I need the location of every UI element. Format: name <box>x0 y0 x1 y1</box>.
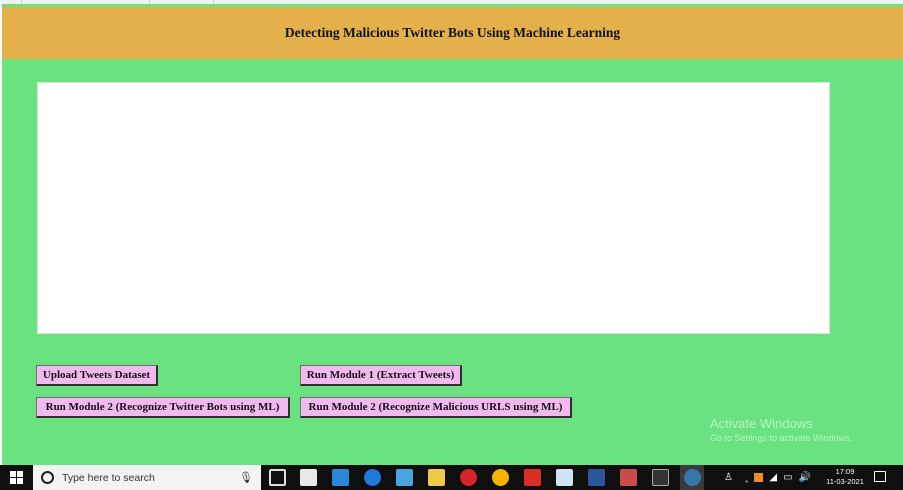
taskbar-search-box[interactable]: Type here to search 🎙 <box>33 465 261 490</box>
notepad-icon[interactable] <box>556 469 573 486</box>
clock-time: 17:09 <box>835 467 855 476</box>
notifications-icon[interactable] <box>874 471 886 482</box>
header-bar: Detecting Malicious Twitter Bots Using M… <box>2 7 903 59</box>
network-icon[interactable]: ◢ <box>769 472 777 483</box>
people-icon[interactable]: ♙ <box>724 472 733 483</box>
chevron-up-icon[interactable]: ‸ <box>745 472 748 483</box>
taskbar-clock[interactable]: 17:09 11-03-2021 <box>824 467 866 487</box>
run-module-2-urls-button[interactable]: Run Module 2 (Recognize Malicious URLS u… <box>300 397 572 418</box>
windows-logo-icon <box>10 471 23 484</box>
file-explorer-icon[interactable] <box>428 469 445 486</box>
opera-icon[interactable] <box>460 469 477 486</box>
python-icon[interactable] <box>684 469 701 486</box>
output-text-area[interactable] <box>37 82 830 334</box>
store-icon[interactable] <box>300 469 317 486</box>
battery-icon[interactable]: ▭ <box>783 472 792 483</box>
microphone-icon[interactable]: 🎙 <box>239 471 253 484</box>
task-view-icon[interactable] <box>269 469 286 486</box>
upload-dataset-button[interactable]: Upload Tweets Dataset <box>36 365 158 386</box>
chrome-icon[interactable] <box>492 469 509 486</box>
volume-icon[interactable]: 🔊 <box>799 472 811 483</box>
paint-icon[interactable] <box>620 469 637 486</box>
cortana-icon <box>41 471 54 484</box>
search-placeholder: Type here to search <box>62 471 155 484</box>
mail-icon[interactable] <box>332 469 349 486</box>
acrobat-icon[interactable] <box>524 469 541 486</box>
clock-date: 11-03-2021 <box>826 477 864 486</box>
terminal-icon[interactable] <box>652 469 669 486</box>
taskbar: Type here to search 🎙 ♙ ‸ ◢ ▭ 🔊 17:09 11… <box>0 465 903 490</box>
word-icon[interactable] <box>588 469 605 486</box>
photos-icon[interactable] <box>396 469 413 486</box>
app-title: Detecting Malicious Twitter Bots Using M… <box>284 25 621 40</box>
watermark-line2: Go to Settings to activate Windows. <box>710 433 853 443</box>
tray-app-icon[interactable] <box>754 473 764 482</box>
app-window: Detecting Malicious Twitter Bots Using M… <box>2 4 903 465</box>
run-module-1-button[interactable]: Run Module 1 (Extract Tweets) <box>300 365 462 386</box>
system-tray: ♙ ‸ ◢ ▭ 🔊 <box>724 465 811 490</box>
start-button[interactable] <box>0 465 33 490</box>
watermark-line1: Activate Windows <box>710 416 813 431</box>
run-module-2-bots-button[interactable]: Run Module 2 (Recognize Twitter Bots usi… <box>36 397 290 418</box>
activate-windows-watermark: Activate Windows Go to Settings to activ… <box>710 416 852 443</box>
edge-icon[interactable] <box>364 469 381 486</box>
